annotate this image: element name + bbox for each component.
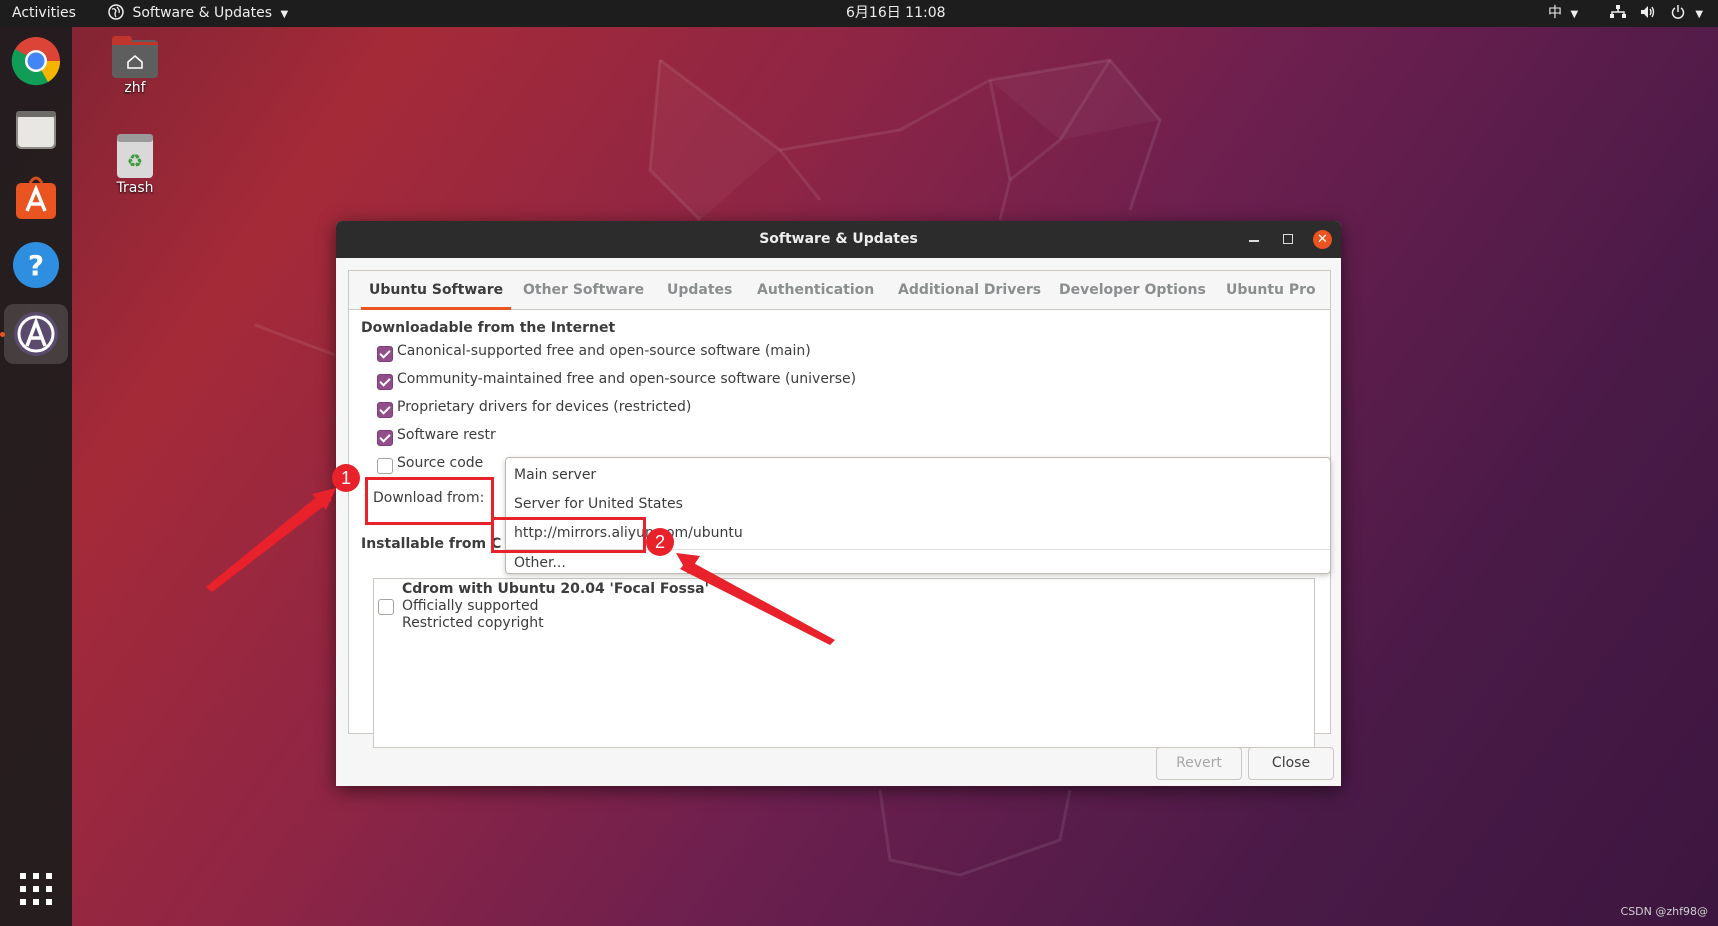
tab-developer-options[interactable]: Developer Options	[1059, 271, 1206, 309]
chevron-down-icon: ▼	[1570, 9, 1579, 20]
volume-icon	[1641, 6, 1655, 18]
show-applications-icon[interactable]	[20, 873, 52, 905]
source-code-checkbox[interactable]	[377, 458, 393, 474]
clock[interactable]: 6月16日 11:08	[846, 0, 946, 27]
input-method-label: 中	[1548, 5, 1562, 21]
annotation-badge-2: 2	[646, 528, 674, 556]
restricted-label: Proprietary drivers for devices (restric…	[397, 399, 692, 415]
multiverse-label: Software restr	[397, 427, 496, 443]
cdrom-line1: Officially supported	[402, 598, 539, 614]
server-dropdown-popup: Main server Server for United States htt…	[505, 457, 1331, 574]
help-icon[interactable]: ?	[8, 237, 64, 293]
minimize-button[interactable]	[1249, 240, 1259, 242]
window-titlebar[interactable]: Software & Updates ✕	[336, 221, 1341, 258]
software-updater-icon[interactable]	[4, 304, 68, 364]
cdrom-title: Cdrom with Ubuntu 20.04 'Focal Fossa'	[402, 581, 709, 597]
tab-other-software[interactable]: Other Software	[523, 271, 644, 309]
app-menu-label: Software & Updates	[132, 5, 272, 21]
server-option-main[interactable]: Main server	[514, 467, 596, 483]
cdrom-checkbox[interactable]	[378, 599, 394, 615]
annotation-box-download-from	[365, 477, 494, 525]
power-icon	[1671, 5, 1685, 19]
universe-label: Community-maintained free and open-sourc…	[397, 371, 857, 387]
tab-bar: Ubuntu Software Other Software Updates A…	[349, 271, 1330, 310]
restricted-checkbox[interactable]	[377, 402, 393, 418]
ubuntu-software-icon[interactable]	[8, 169, 64, 225]
source-code-label: Source code	[397, 455, 484, 471]
tab-additional-drivers[interactable]: Additional Drivers	[898, 271, 1041, 309]
cdrom-list: Cdrom with Ubuntu 20.04 'Focal Fossa' Of…	[373, 578, 1315, 748]
chevron-down-icon: ▼	[1695, 9, 1704, 20]
main-checkbox[interactable]	[377, 346, 393, 362]
tab-ubuntu-pro[interactable]: Ubuntu Pro	[1226, 271, 1316, 309]
server-option-us[interactable]: Server for United States	[514, 496, 683, 512]
close-window-button[interactable]: ✕	[1313, 230, 1332, 249]
input-method-menu[interactable]: 中 ▼	[1548, 0, 1578, 27]
activities-button[interactable]: Activities	[12, 0, 76, 27]
chevron-down-icon: ▼	[280, 9, 289, 20]
section-cdrom-heading: Installable from C	[361, 536, 502, 552]
chrome-icon[interactable]	[8, 33, 64, 89]
tab-authentication[interactable]: Authentication	[757, 271, 874, 309]
home-folder-icon[interactable]	[112, 36, 158, 78]
multiverse-checkbox[interactable]	[377, 430, 393, 446]
tab-updates[interactable]: Updates	[667, 271, 732, 309]
notebook: Ubuntu Software Other Software Updates A…	[348, 270, 1331, 748]
globe-icon	[108, 4, 124, 20]
universe-checkbox[interactable]	[377, 374, 393, 390]
annotation-badge-1: 1	[332, 464, 360, 492]
window-title: Software & Updates	[759, 231, 918, 247]
trash-label: Trash	[116, 180, 154, 196]
cdrom-line2: Restricted copyright	[402, 615, 544, 631]
revert-button[interactable]: Revert	[1156, 747, 1242, 780]
files-icon[interactable]	[8, 101, 64, 157]
section-internet-heading: Downloadable from the Internet	[361, 320, 616, 336]
system-menu[interactable]: ▼	[1610, 0, 1703, 27]
home-folder-label: zhf	[124, 80, 146, 96]
tab-ubuntu-software[interactable]: Ubuntu Software	[360, 271, 512, 310]
close-icon: ✕	[1317, 232, 1328, 247]
close-button[interactable]: Close	[1248, 747, 1334, 780]
running-indicator	[0, 332, 5, 337]
svg-text:♻: ♻	[127, 151, 143, 172]
app-menu[interactable]: Software & Updates ▼	[108, 0, 288, 27]
server-option-other[interactable]: Other...	[514, 555, 566, 571]
main-label: Canonical-supported free and open-source…	[397, 343, 811, 359]
top-bar: Activities Software & Updates ▼ 6月16日 11…	[0, 0, 1718, 27]
watermark: CSDN @zhf98@	[1620, 905, 1708, 918]
network-icon	[1610, 5, 1626, 18]
svg-text:?: ?	[28, 249, 44, 282]
annotation-box-other	[491, 517, 646, 553]
dock: ?	[0, 27, 72, 926]
trash-icon[interactable]: ♻	[116, 134, 154, 178]
maximize-button[interactable]	[1283, 234, 1293, 244]
